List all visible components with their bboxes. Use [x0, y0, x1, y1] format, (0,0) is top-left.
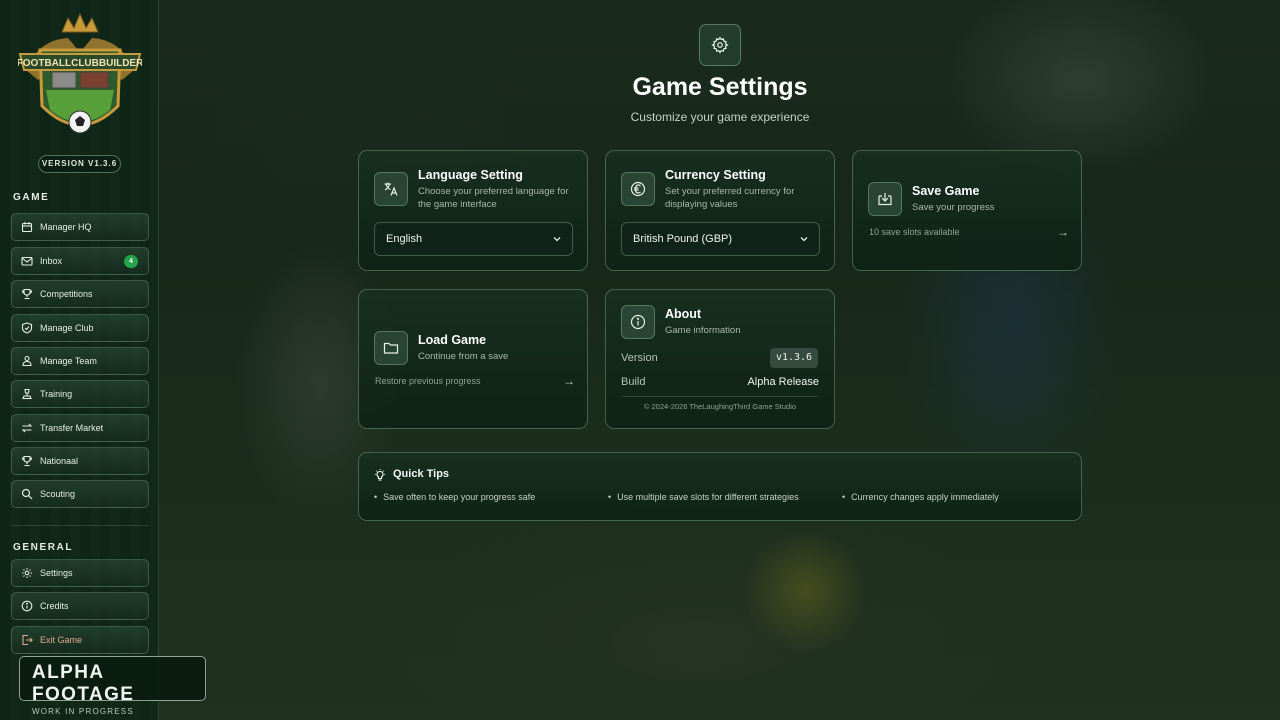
save-game-title: Save Game — [912, 184, 980, 198]
sidebar-divider — [11, 525, 149, 526]
save-slots-text: 10 save slots available — [869, 227, 960, 237]
gear-icon — [21, 567, 33, 579]
sidebar-item-credits[interactable]: Credits — [11, 592, 149, 620]
chevron-down-icon — [800, 237, 808, 242]
currency-title: Currency Setting — [665, 168, 766, 182]
sidebar-item-competitions[interactable]: Competitions — [11, 280, 149, 308]
currency-select[interactable]: British Pound (GBP) — [621, 222, 820, 256]
arrow-right-icon: → — [1057, 225, 1069, 239]
mail-icon — [21, 255, 33, 267]
version-label: Version — [621, 352, 658, 364]
language-selected-value: English — [386, 233, 423, 245]
sidebar-item-label: Transfer Market — [40, 423, 104, 433]
sidebar-item-label: Manager HQ — [40, 222, 92, 232]
watermark-subtitle: WORK IN PROGRESS — [32, 707, 134, 716]
euro-icon — [621, 172, 655, 206]
load-game-card[interactable]: Load Game Continue from a save Restore p… — [358, 289, 588, 429]
load-game-title: Load Game — [418, 333, 487, 347]
section-label-game: GAME — [13, 192, 50, 203]
sidebar-item-label: Settings — [40, 568, 73, 578]
sidebar-item-inbox[interactable]: Inbox 4 — [11, 247, 149, 275]
tip-item: Use multiple save slots for different st… — [608, 492, 798, 502]
chevron-down-icon — [553, 237, 561, 242]
svg-text:FOOTBALLCLUBBUILDER: FOOTBALLCLUBBUILDER — [18, 58, 142, 69]
shield-icon — [21, 322, 33, 334]
language-setting-card: Language Setting Choose your preferred l… — [358, 150, 588, 271]
team-icon — [21, 355, 33, 367]
calendar-icon — [21, 221, 33, 233]
sidebar: FOOTBALLCLUBBUILDER VERSION V1.3.6 GAME … — [0, 0, 159, 720]
training-icon — [21, 388, 33, 400]
copyright-text: © 2024-2026 TheLaughingThird Game Studio — [643, 402, 797, 411]
sidebar-item-label: Scouting — [40, 489, 76, 499]
sidebar-item-scouting[interactable]: Scouting — [11, 480, 149, 508]
club-logo: FOOTBALLCLUBBUILDER — [17, 10, 144, 146]
page-title: Game Settings — [632, 73, 808, 101]
info-icon — [621, 305, 655, 339]
info-icon — [21, 600, 33, 612]
tip-item: Save often to keep your progress safe — [374, 492, 535, 502]
sidebar-item-nationaal[interactable]: Nationaal — [11, 447, 149, 475]
exit-icon — [21, 634, 33, 646]
build-label: Build — [621, 376, 646, 388]
trophy-icon — [21, 455, 33, 467]
inbox-count-badge: 4 — [124, 255, 138, 268]
page-subtitle: Customize your game experience — [630, 110, 810, 124]
version-code: v1.3.6 — [770, 348, 818, 368]
sidebar-item-label: Manage Team — [40, 356, 97, 366]
restore-progress-text: Restore previous progress — [375, 376, 481, 386]
lightbulb-icon — [375, 469, 385, 481]
search-icon — [21, 488, 33, 500]
sidebar-item-label: Training — [40, 389, 73, 399]
language-title: Language Setting — [418, 168, 523, 182]
language-select[interactable]: English — [374, 222, 573, 256]
section-label-general: GENERAL — [13, 542, 74, 553]
sidebar-item-manager-hq[interactable]: Manager HQ — [11, 213, 149, 241]
about-divider — [621, 396, 819, 397]
tip-item: Currency changes apply immediately — [842, 492, 999, 502]
quick-tips-card — [358, 452, 1082, 521]
currency-selected-value: British Pound (GBP) — [633, 233, 733, 245]
transfer-icon — [21, 422, 33, 434]
language-description: Choose your preferred language for the g… — [418, 186, 569, 210]
currency-description: Set your preferred currency for displayi… — [665, 186, 795, 210]
version-pill: VERSION V1.3.6 — [38, 155, 121, 173]
sidebar-item-label: Credits — [40, 601, 69, 611]
about-description: Game information — [665, 325, 741, 336]
trophy-icon — [21, 288, 33, 300]
arrow-right-icon: → — [563, 374, 575, 388]
sidebar-item-label: Manage Club — [40, 323, 94, 333]
sidebar-item-label: Exit Game — [40, 635, 83, 645]
folder-icon — [374, 331, 408, 365]
about-title: About — [665, 307, 702, 321]
translate-icon — [374, 172, 408, 206]
sidebar-item-label: Inbox — [40, 256, 63, 266]
settings-header-icon — [699, 24, 741, 66]
save-game-card[interactable]: Save Game Save your progress 10 save slo… — [852, 150, 1082, 271]
save-download-icon — [868, 182, 902, 216]
currency-setting-card: Currency Setting Set your preferred curr… — [605, 150, 835, 271]
quick-tips-title: Quick Tips — [393, 468, 450, 480]
sidebar-item-label: Competitions — [40, 289, 93, 299]
sidebar-item-transfer-market[interactable]: Transfer Market — [11, 414, 149, 442]
load-game-description: Continue from a save — [418, 351, 509, 362]
sidebar-item-manage-club[interactable]: Manage Club — [11, 314, 149, 342]
gear-icon — [711, 36, 729, 54]
save-game-description: Save your progress — [912, 202, 995, 213]
alpha-footage-watermark: ALPHA FOOTAGE WORK IN PROGRESS — [19, 656, 206, 716]
build-value: Alpha Release — [747, 376, 819, 388]
sidebar-item-training[interactable]: Training — [11, 380, 149, 408]
sidebar-item-exit-game[interactable]: Exit Game — [11, 626, 149, 654]
watermark-title: ALPHA FOOTAGE — [32, 662, 135, 705]
sidebar-item-manage-team[interactable]: Manage Team — [11, 347, 149, 375]
sidebar-item-label: Nationaal — [40, 456, 79, 466]
sidebar-item-settings[interactable]: Settings — [11, 559, 149, 587]
